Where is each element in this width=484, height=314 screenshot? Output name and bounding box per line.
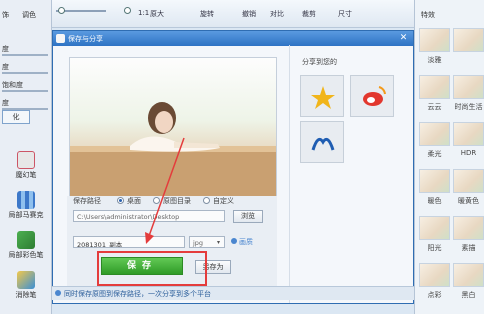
annotation-arrow <box>145 137 185 244</box>
